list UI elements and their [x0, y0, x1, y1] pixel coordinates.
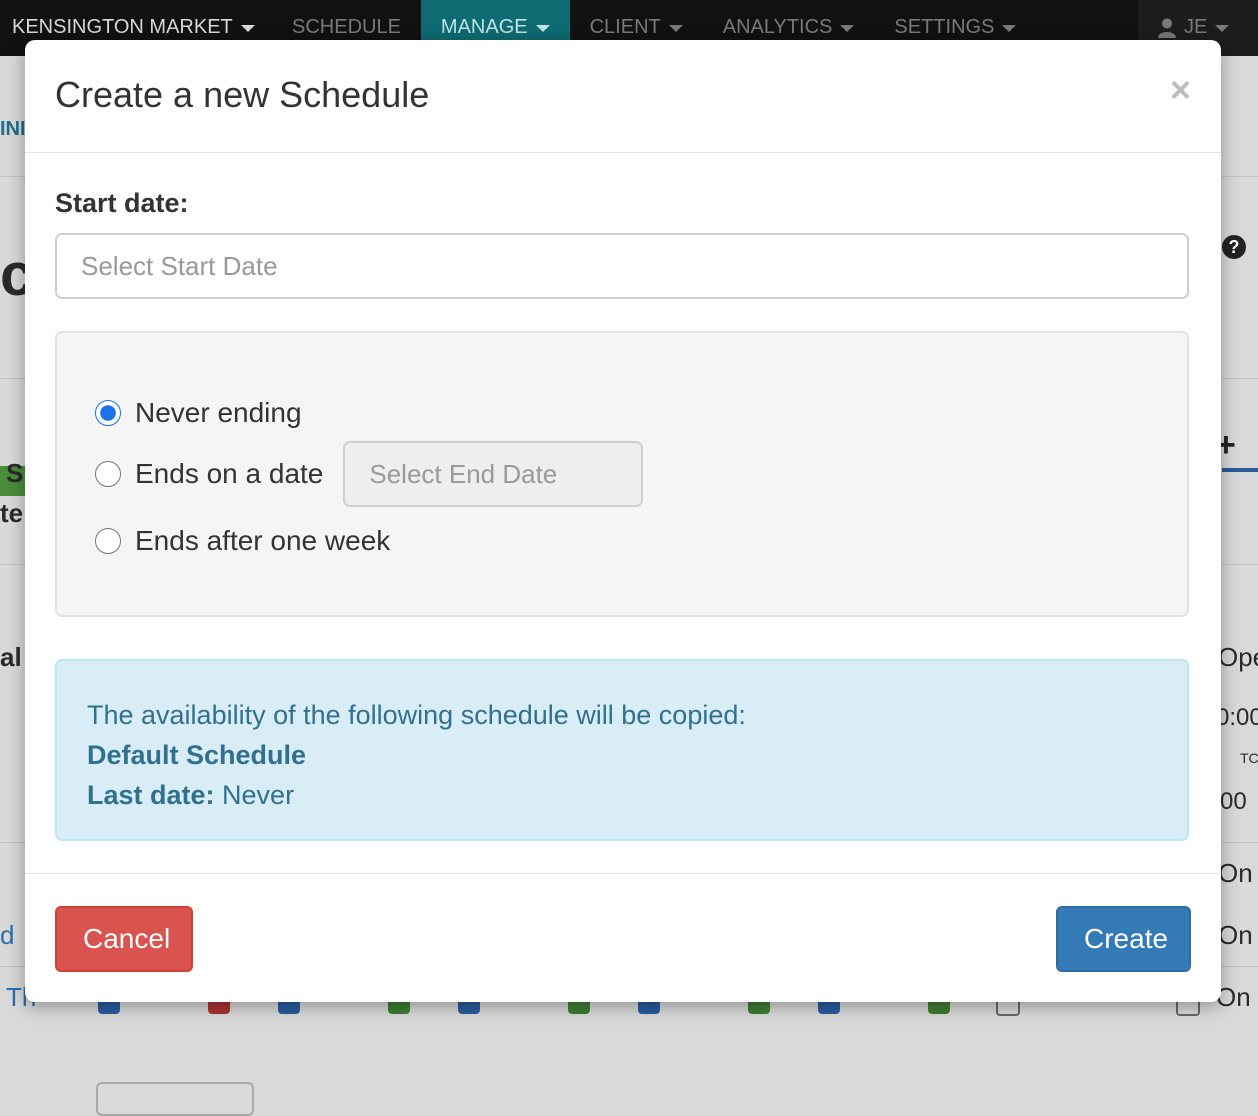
info-last-date: Last date: Never [87, 775, 1157, 815]
bg-text: On [1216, 982, 1251, 1012]
bg-text: On [1218, 920, 1253, 950]
bg-text: al [0, 642, 22, 672]
chevron-down-icon [840, 25, 855, 32]
chevron-down-icon [668, 25, 683, 32]
cancel-button[interactable]: Cancel [55, 906, 193, 972]
info-intro: The availability of the following schedu… [87, 700, 746, 730]
option-label: Ends on a date [135, 458, 324, 489]
end-options-panel: Never ending Ends on a date Ends after o… [55, 331, 1189, 617]
chevron-down-icon [1002, 25, 1017, 32]
bg-text: TC [1240, 750, 1258, 766]
info-last-date-value: Never [222, 780, 295, 810]
ends-after-week-radio[interactable] [95, 528, 121, 554]
create-button[interactable]: Create [1056, 906, 1191, 972]
nav-user-initials: JE [1184, 16, 1208, 38]
modal-footer: Cancel Create [25, 873, 1221, 1002]
nav-item-label: MANAGE [440, 16, 528, 38]
nav-item-label: CLIENT [589, 16, 661, 38]
background-input [96, 1082, 254, 1116]
bg-text: Ope [1218, 642, 1258, 672]
user-icon [1158, 18, 1176, 38]
help-icon: ? [1222, 235, 1246, 259]
start-date-label: Start date: [55, 188, 189, 218]
bg-text: d [0, 920, 15, 950]
bg-text: 0:00 [1216, 704, 1258, 731]
bg-text: On [1218, 858, 1253, 888]
chevron-down-icon [1215, 25, 1230, 32]
nav-brand-label: KENSINGTON MARKET [12, 16, 233, 38]
option-ends-after-week[interactable]: Ends after one week [95, 525, 390, 557]
nav-item-label: SETTINGS [894, 16, 995, 38]
option-label: Ends after one week [135, 525, 391, 556]
create-schedule-modal: Create a new Schedule × Start date: Neve… [25, 40, 1221, 1002]
nav-item-label: ANALYTICS [722, 16, 833, 38]
start-date-input[interactable] [55, 233, 1189, 299]
close-icon[interactable]: × [1170, 72, 1191, 108]
option-never-ending[interactable]: Never ending [95, 397, 302, 429]
modal-title: Create a new Schedule [55, 74, 430, 115]
nav-item-label: SCHEDULE [292, 16, 401, 38]
bg-text: S [6, 458, 24, 488]
option-ends-on-date[interactable]: Ends on a date [95, 441, 644, 507]
info-last-date-label: Last date: [87, 780, 215, 810]
info-schedule-name: Default Schedule [87, 740, 307, 770]
option-label: Never ending [135, 397, 302, 428]
bg-text: INI [0, 118, 26, 140]
svg-text:?: ? [1229, 237, 1240, 257]
modal-header: Create a new Schedule × [25, 40, 1221, 153]
chevron-down-icon [240, 25, 255, 32]
tab-indicator [1222, 468, 1258, 472]
copy-info-alert: The availability of the following schedu… [55, 659, 1189, 841]
bg-text: te [0, 498, 24, 528]
ends-on-date-radio[interactable] [95, 461, 121, 487]
bg-text: 00 [1220, 788, 1247, 815]
never-ending-radio[interactable] [95, 400, 121, 426]
end-date-input[interactable] [343, 441, 644, 507]
chevron-down-icon [535, 25, 550, 32]
